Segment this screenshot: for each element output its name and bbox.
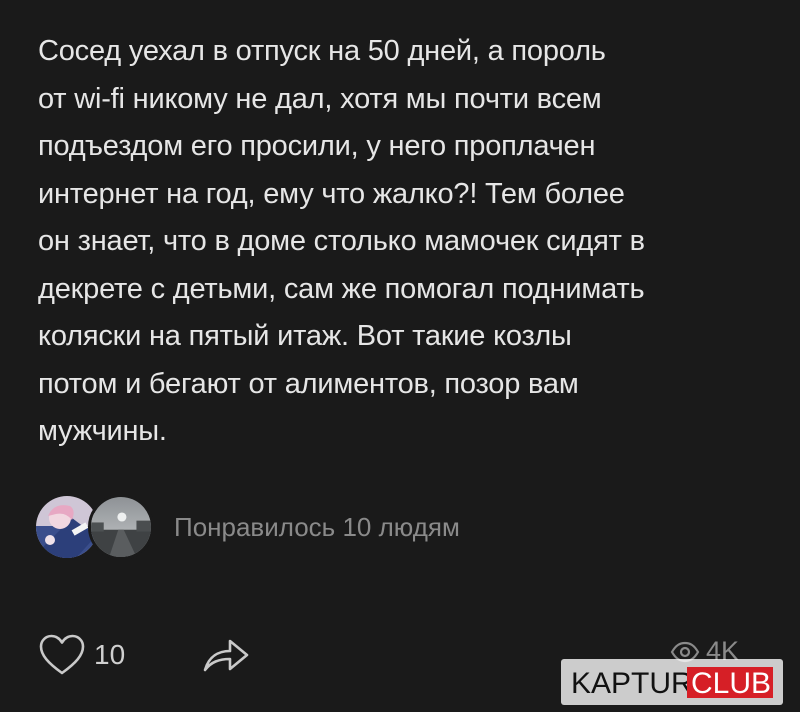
avatar[interactable]	[88, 494, 154, 560]
avatar-road-photo-image	[91, 497, 151, 557]
post-text-line: он знает, что в доме столько мамочек сид…	[38, 225, 645, 257]
post-actions: 10	[38, 630, 251, 680]
heart-icon	[38, 633, 86, 677]
like-button[interactable]: 10	[38, 633, 125, 677]
post-text-line: коляски на пятый итаж. Вот такие козлы	[38, 320, 572, 352]
post-text-line: декрете с детьми, сам же помогал поднима…	[38, 272, 645, 305]
liker-avatars[interactable]	[36, 494, 158, 560]
svg-text:CLUB: CLUB	[691, 667, 771, 700]
post-text: Сосед уехал в отпуск на 50 дней, а порол…	[38, 28, 778, 456]
post-text-line: Сосед уехал в отпуск на 50 дней, а порол…	[38, 35, 606, 67]
share-arrow-icon	[201, 634, 251, 676]
post-text-line: мужчины.	[38, 415, 167, 447]
post-text-line: подъездом его просили, у него проплачен	[38, 130, 596, 162]
liked-by-text[interactable]: Понравилось 10 людям	[174, 512, 460, 543]
post-card: Сосед уехал в отпуск на 50 дней, а порол…	[0, 0, 800, 712]
liked-by-row[interactable]: Понравилось 10 людям	[36, 494, 460, 560]
post-text-line: от wi-fi никому не дал, хотя мы почти вс…	[38, 82, 602, 115]
svg-text:KAPTUR.: KAPTUR.	[571, 667, 701, 700]
post-text-line: интернет на год, ему что жалко?! Тем бол…	[38, 177, 625, 210]
like-count: 10	[94, 639, 126, 670]
post-text-line: потом и бегают от алиментов, позор вам	[38, 367, 579, 400]
share-button[interactable]	[201, 634, 251, 676]
watermark-logo: KAPTUR. CLUB	[561, 659, 783, 705]
